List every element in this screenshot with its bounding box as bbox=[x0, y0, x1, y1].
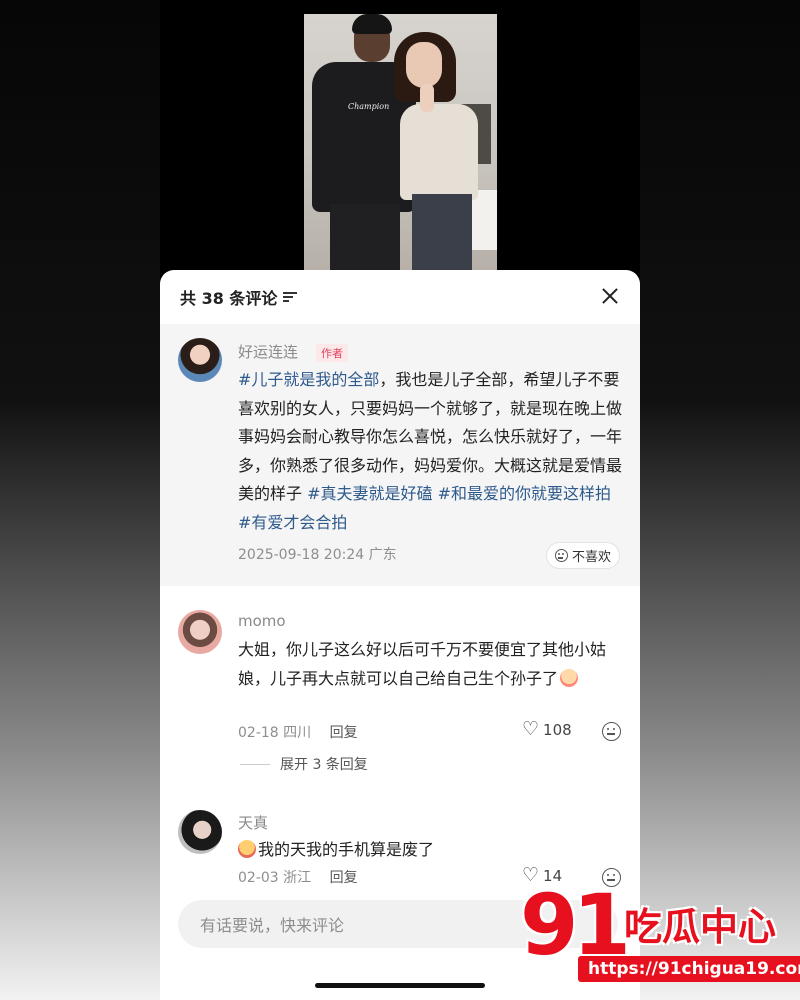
close-icon[interactable] bbox=[598, 284, 622, 308]
watermark-title: 吃瓜中心 bbox=[624, 905, 777, 949]
site-watermark: 91 吃瓜中心 https://91chigua19.com bbox=[520, 880, 800, 990]
reply-button[interactable]: 回复 bbox=[330, 870, 358, 886]
video-frame[interactable]: Champion bbox=[304, 14, 497, 270]
home-indicator[interactable] bbox=[315, 983, 485, 988]
author-badge: 作者 bbox=[316, 344, 348, 362]
background-right bbox=[640, 0, 800, 1000]
face-icon[interactable] bbox=[602, 722, 621, 741]
hashtag-link[interactable]: #儿子就是我的全部 bbox=[238, 370, 379, 389]
comment-author-name[interactable]: 好运连连 bbox=[238, 341, 298, 362]
emoji-icon bbox=[560, 668, 579, 687]
comment-author-name[interactable]: momo bbox=[238, 612, 286, 630]
person-mother-body bbox=[400, 104, 478, 200]
comment-text: #儿子就是我的全部，我也是儿子全部，希望儿子不要喜欢别的女人，只要妈妈一个就够了… bbox=[238, 366, 626, 537]
emoji-icon bbox=[238, 840, 256, 858]
hashtag-link[interactable]: #真夫妻就是好磕 bbox=[307, 484, 432, 503]
person-son-legs bbox=[330, 204, 400, 270]
comment-author-name[interactable]: 天真 bbox=[238, 812, 268, 833]
hoodie-logo: Champion bbox=[348, 102, 390, 111]
comment-meta: 02-18 四川 回复 bbox=[238, 722, 358, 742]
comment-body: 我的天我的手机算是废了 bbox=[258, 840, 435, 859]
avatar-tianzhen[interactable] bbox=[178, 810, 222, 854]
comment-meta: 02-03 浙江 回复 bbox=[238, 867, 358, 887]
dislike-button[interactable]: 不喜欢 bbox=[545, 542, 620, 569]
comment-input[interactable] bbox=[178, 900, 502, 950]
like-button[interactable]: ♡ 108 bbox=[522, 720, 572, 739]
like-count: 108 bbox=[543, 720, 572, 739]
dislike-face-icon bbox=[554, 549, 568, 562]
comment-text: 大姐，你儿子这么好以后可千万不要便宜了其他小姑娘，儿子再大点就可以自己给自己生个… bbox=[238, 636, 618, 693]
comment-text: 我的天我的手机算是废了 bbox=[238, 836, 618, 865]
watermark-url: https://91chigua19.com bbox=[578, 956, 800, 982]
avatar-author[interactable] bbox=[178, 338, 222, 382]
expand-replies[interactable]: 展开 3 条回复 bbox=[240, 754, 368, 774]
person-mother-jeans bbox=[412, 194, 472, 270]
background-left bbox=[0, 0, 160, 1000]
heart-icon: ♡ bbox=[522, 718, 540, 740]
filter-icon[interactable] bbox=[283, 291, 298, 303]
sheet-header: 共 38 条评论 bbox=[160, 270, 640, 324]
avatar-momo[interactable] bbox=[178, 610, 222, 654]
reply-button[interactable]: 回复 bbox=[330, 725, 358, 741]
person-mother-hand bbox=[420, 84, 434, 112]
hashtag-link[interactable]: #和最爱的你就要这样拍 bbox=[438, 484, 611, 503]
comment-date-location: 02-03 浙江 bbox=[238, 870, 312, 886]
comment-body: 大姐，你儿子这么好以后可千万不要便宜了其他小姑娘，儿子再大点就可以自己给自己生个… bbox=[238, 640, 607, 688]
person-mother-face bbox=[406, 42, 442, 88]
hashtag-link[interactable]: #有爱才会合拍 bbox=[238, 513, 347, 532]
author-comment: 好运连连 作者 #儿子就是我的全部，我也是儿子全部，希望儿子不要喜欢别的女人，只… bbox=[160, 324, 640, 586]
person-son-hair bbox=[352, 14, 392, 34]
dislike-label: 不喜欢 bbox=[571, 550, 611, 565]
comment-count-title: 共 38 条评论 bbox=[180, 289, 278, 308]
comment-meta: 2025-09-18 20:24 广东 bbox=[238, 547, 397, 563]
comment-date-location: 02-18 四川 bbox=[238, 725, 312, 741]
phone-screen: Champion 共 38 条评论 好运连连 作者 #儿子就是我的全部，我也是儿… bbox=[160, 0, 640, 1000]
expand-replies-label: 展开 3 条回复 bbox=[280, 757, 368, 773]
